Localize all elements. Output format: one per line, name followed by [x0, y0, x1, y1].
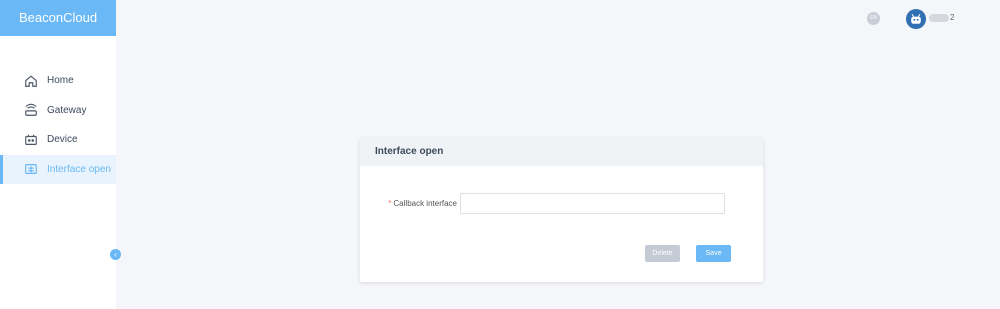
sidebar-item-label: Interface open: [47, 163, 111, 175]
card-title: Interface open: [360, 138, 763, 166]
sidebar-item-gateway[interactable]: Gateway: [0, 96, 116, 126]
user-menu[interactable]: 2: [929, 13, 954, 22]
interface-open-card: Interface open * Callback interface Delet…: [360, 138, 763, 282]
callback-interface-row: * Callback interface: [360, 193, 763, 214]
sidebar-item-device[interactable]: Device: [0, 125, 116, 155]
callback-interface-input[interactable]: [460, 193, 725, 214]
brand-logo[interactable]: BeaconCloud: [0, 0, 116, 36]
required-mark: *: [388, 199, 392, 208]
gateway-icon: [24, 103, 38, 117]
sidebar-item-label: Device: [47, 134, 78, 146]
save-button[interactable]: Save: [696, 245, 731, 262]
sidebar-item-label: Home: [47, 75, 74, 87]
callback-interface-label: * Callback interface: [360, 199, 460, 208]
robot-avatar-icon: [911, 13, 921, 24]
interface-icon: [24, 162, 38, 176]
home-icon: [24, 74, 38, 88]
sidebar-collapse-button[interactable]: ‹: [110, 249, 121, 260]
callback-interface-label-text: Callback interface: [393, 199, 457, 208]
sidebar: BeaconCloud Home Gateway Device Interfac…: [0, 0, 121, 309]
username-suffix: 2: [950, 13, 955, 22]
language-switch[interactable]: EN: [867, 12, 880, 25]
sidebar-item-home[interactable]: Home: [0, 66, 116, 96]
avatar[interactable]: [906, 9, 926, 29]
delete-button[interactable]: Delete: [645, 245, 680, 262]
username-redacted: [929, 13, 949, 22]
sidebar-item-label: Gateway: [47, 104, 87, 116]
device-icon: [24, 133, 38, 147]
sidebar-nav: Home Gateway Device Interface open: [0, 66, 116, 184]
sidebar-item-interface-open[interactable]: Interface open: [0, 154, 116, 184]
